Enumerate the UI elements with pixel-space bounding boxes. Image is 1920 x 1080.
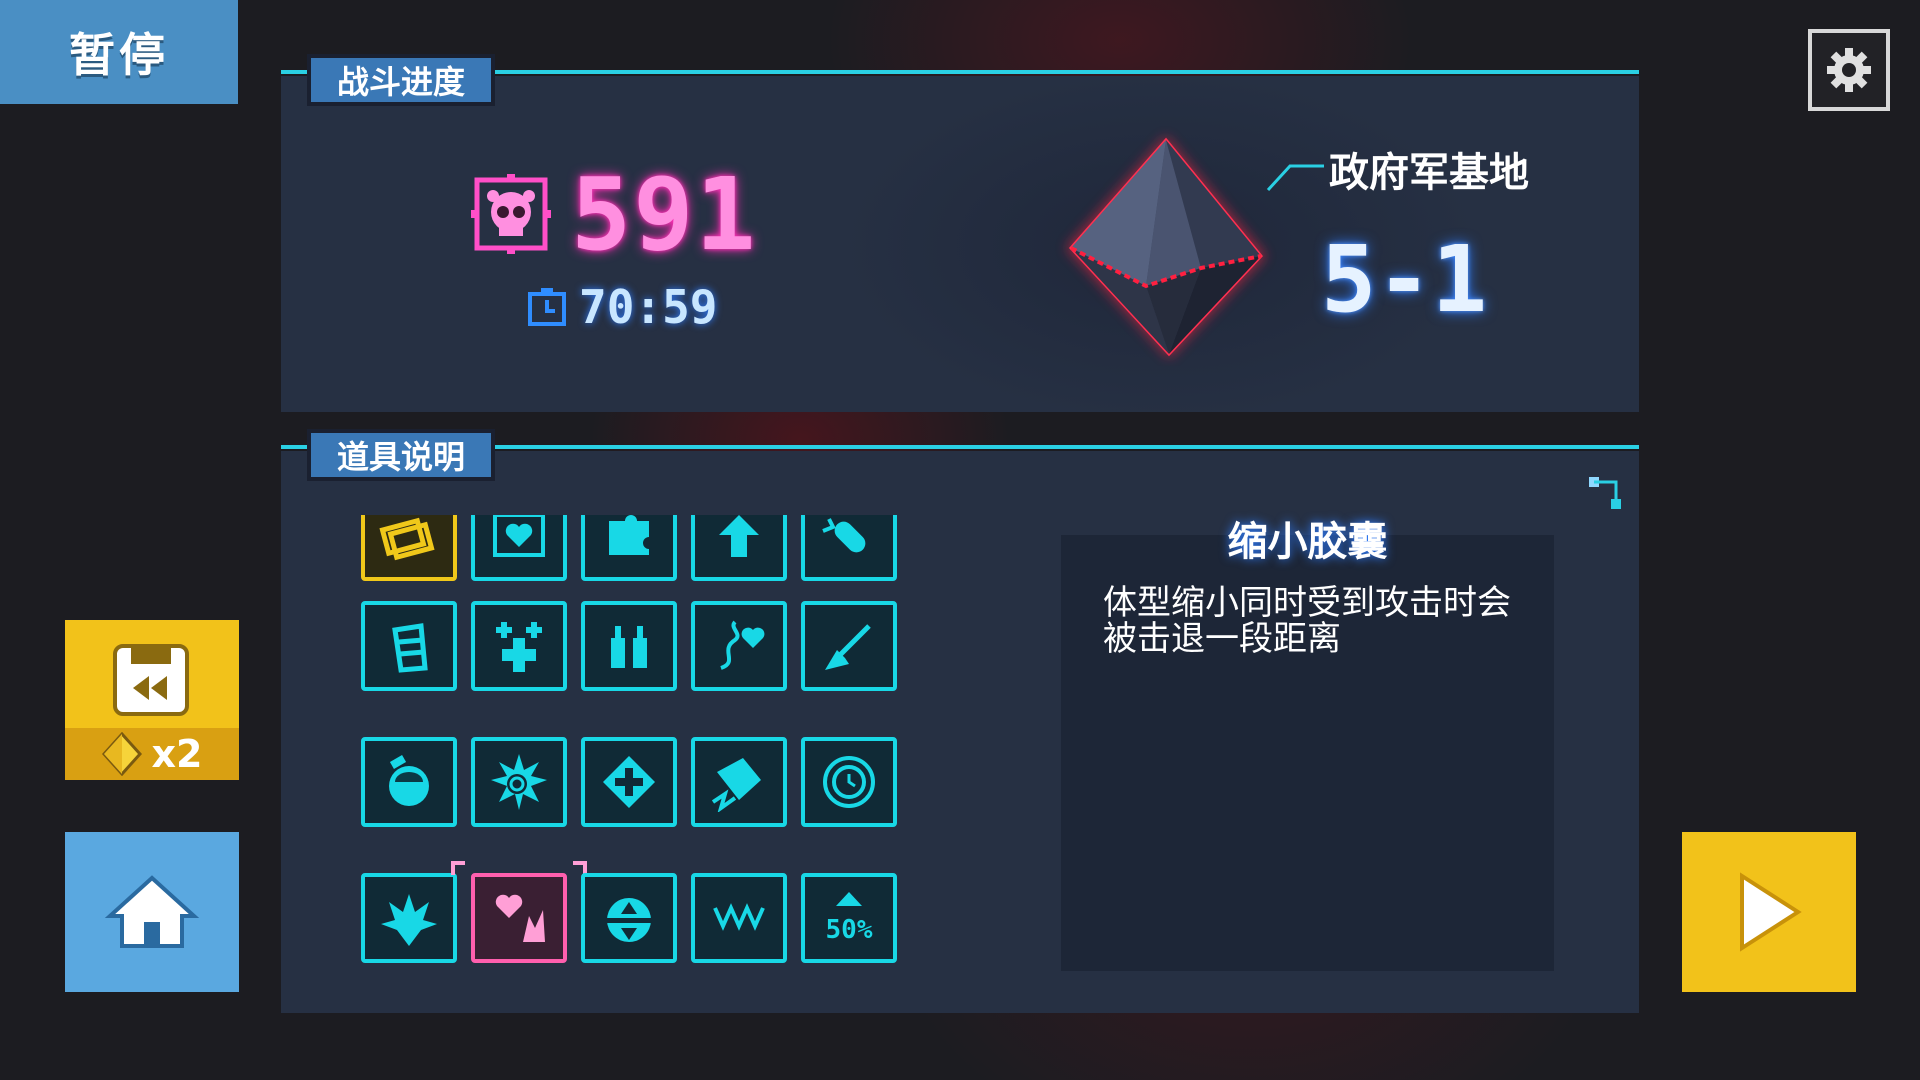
- item-target-clock[interactable]: [801, 737, 897, 827]
- diamond-cross-icon: [603, 756, 655, 808]
- pause-title: 暂停: [0, 0, 238, 104]
- explosion-icon: [381, 894, 437, 946]
- crosshair-burst-icon: [491, 754, 547, 810]
- floppy-rewind-icon: [113, 644, 189, 716]
- item-puzzle[interactable]: [581, 515, 677, 581]
- potion-icon: [389, 755, 429, 806]
- up-arrow-icon: [719, 515, 759, 557]
- battle-progress-tab: 战斗进度: [307, 54, 496, 106]
- item-sword-strike[interactable]: [801, 601, 897, 691]
- stage-crystal-icon: [1066, 136, 1266, 358]
- svg-text:50%: 50%: [826, 915, 873, 945]
- battle-progress-panel: 战斗进度 591 70:59 政府军基地 5-1: [281, 54, 1639, 412]
- heart-path-icon: [720, 620, 765, 670]
- item-capsule-burst[interactable]: [801, 515, 897, 581]
- item-heart-path[interactable]: [691, 601, 787, 691]
- target-clock-icon: [823, 756, 875, 808]
- resume-button[interactable]: [1682, 832, 1856, 992]
- kill-count: 591: [571, 156, 758, 273]
- restore-cost: x2: [65, 728, 239, 780]
- item-fifty-percent[interactable]: 50%: [801, 873, 897, 963]
- play-icon: [1740, 872, 1802, 952]
- percent-boost-icon: 50%: [826, 892, 873, 945]
- item-split-circle[interactable]: [581, 873, 677, 963]
- timer-icon: [528, 288, 566, 326]
- location-pointer: [1266, 164, 1324, 192]
- location-name: 政府军基地: [1329, 150, 1529, 196]
- sword-strike-icon: [825, 624, 871, 670]
- item-description-tab: 道具说明: [307, 429, 496, 481]
- item-description-box: 体型缩小同时受到攻击时会被击退一段距离: [1061, 535, 1554, 971]
- split-circle-icon: [605, 898, 653, 942]
- diamond-icon: [101, 732, 142, 776]
- item-double-cross[interactable]: [471, 601, 567, 691]
- home-button[interactable]: [65, 832, 239, 992]
- item-bottles[interactable]: [581, 601, 677, 691]
- item-description-text: 体型缩小同时受到攻击时会被击退一段距离: [1103, 583, 1511, 659]
- drink-can-icon: [392, 623, 428, 673]
- stage-number: 5-1: [1321, 226, 1488, 333]
- restore-save-button[interactable]: x2: [65, 620, 239, 780]
- heart-burst-icon: [495, 894, 545, 942]
- item-drink[interactable]: [361, 601, 457, 691]
- item-name: 缩小胶囊: [1227, 519, 1388, 565]
- item-stacked-cards[interactable]: [361, 515, 457, 581]
- item-up-arrow[interactable]: [691, 515, 787, 581]
- restore-cost-label: x2: [151, 732, 203, 776]
- item-heart-burst[interactable]: [471, 873, 567, 963]
- item-potion[interactable]: [361, 737, 457, 827]
- shield-crack-icon: [711, 758, 761, 812]
- item-heart-shield[interactable]: [471, 515, 567, 581]
- capsule-burst-icon: [822, 518, 866, 553]
- battle-timer: 70:59: [579, 280, 718, 334]
- item-description-panel: 道具说明 50% 体型缩小同时受到攻击时会被击退一段距离 缩小胶囊: [281, 429, 1639, 1013]
- gear-icon: [1827, 48, 1871, 92]
- item-shield-crack[interactable]: [691, 737, 787, 827]
- item-grid: 50%: [361, 515, 921, 971]
- item-explosion[interactable]: [361, 873, 457, 963]
- item-crosshair-burst[interactable]: [471, 737, 567, 827]
- bottles-icon: [611, 626, 647, 668]
- heart-frame-icon: [493, 515, 545, 557]
- expand-icon[interactable]: [1587, 475, 1623, 511]
- spike-trap-icon: [713, 903, 765, 931]
- item-diamond-cross[interactable]: [581, 737, 677, 827]
- item-spike-trap[interactable]: [691, 873, 787, 963]
- medical-cross-icon: [496, 622, 542, 672]
- puzzle-icon: [609, 515, 649, 555]
- skull-icon: [471, 174, 551, 254]
- home-icon: [104, 875, 200, 948]
- stacked-cards-icon: [379, 517, 435, 561]
- settings-button[interactable]: [1808, 29, 1890, 111]
